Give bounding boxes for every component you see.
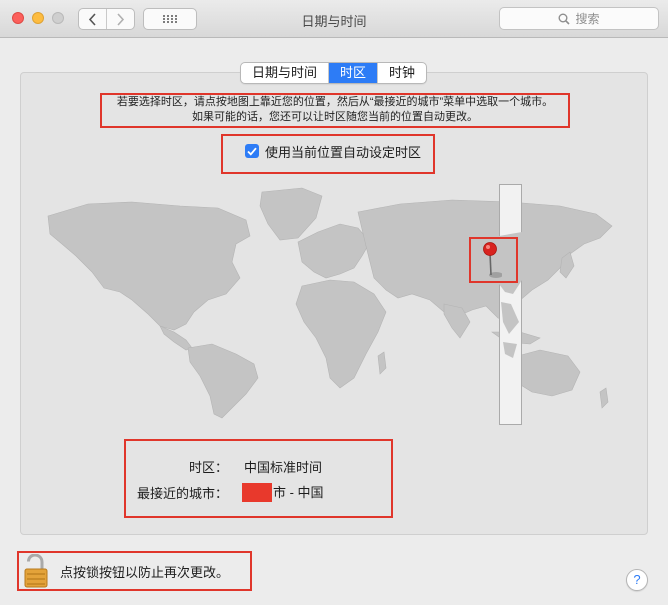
world-map[interactable] [40, 182, 624, 422]
landmass-north-america [47, 201, 251, 331]
landmass-greenland [259, 187, 323, 241]
landmass-south-america [187, 343, 259, 419]
timezone-band-land [499, 232, 522, 358]
landmass-central-america [159, 325, 193, 351]
search-field[interactable]: 搜索 [499, 7, 659, 30]
highlight-box-pin [469, 237, 518, 283]
landmass-africa [295, 279, 387, 389]
title-bar: 日期与时间 搜索 [0, 0, 668, 38]
tab-clock[interactable]: 时钟 [377, 63, 426, 83]
help-button[interactable]: ? [626, 569, 648, 591]
landmass-madagascar [377, 351, 387, 375]
highlight-box-timezone-info [124, 439, 393, 518]
landmass-europe [297, 223, 371, 279]
highlight-box-checkbox [221, 134, 435, 174]
highlight-box-lock [17, 551, 252, 591]
highlight-box-instruction [100, 93, 570, 128]
tab-date-time[interactable]: 日期与时间 [241, 63, 328, 83]
search-placeholder: 搜索 [575, 12, 600, 26]
tab-bar: 日期与时间 时区 时钟 [240, 62, 428, 84]
search-icon [558, 13, 571, 25]
landmass-new-zealand [599, 387, 609, 409]
tab-timezone[interactable]: 时区 [328, 63, 378, 83]
